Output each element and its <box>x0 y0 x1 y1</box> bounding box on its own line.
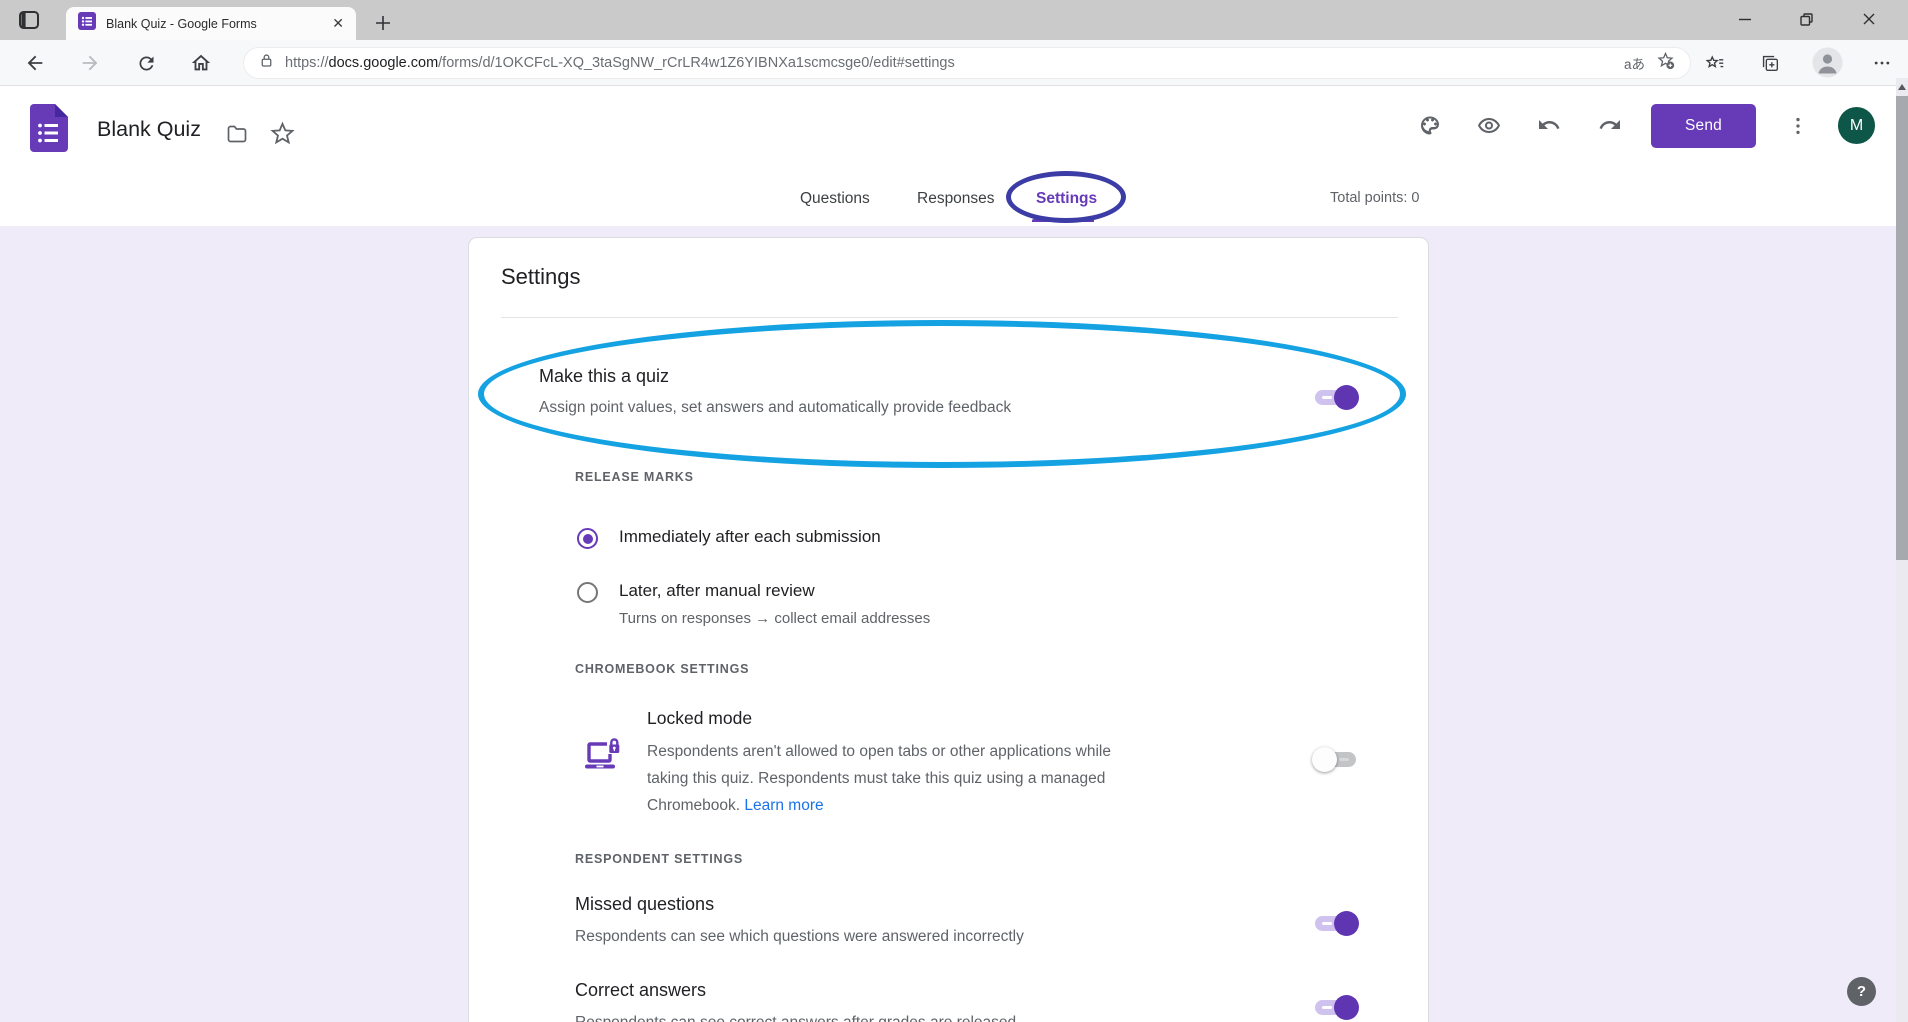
window-minimize-button[interactable] <box>1722 0 1768 38</box>
locked-mode-description: Respondents aren't allowed to open tabs … <box>647 738 1111 819</box>
settings-card: Settings Make this a quiz Assign point v… <box>468 237 1429 1022</box>
radio-later-label[interactable]: Later, after manual review <box>619 581 815 601</box>
correct-answers-title: Correct answers <box>575 980 706 1001</box>
missed-questions-toggle[interactable] <box>1312 910 1359 937</box>
forms-logo-icon[interactable] <box>30 104 68 157</box>
home-icon[interactable] <box>189 51 213 75</box>
form-title[interactable]: Blank Quiz <box>97 117 201 142</box>
add-favorite-icon[interactable] <box>1655 50 1676 76</box>
refresh-icon[interactable] <box>134 51 158 75</box>
tab-responses[interactable]: Responses <box>917 190 995 208</box>
lock-icon <box>258 52 275 74</box>
forward-icon[interactable] <box>78 51 102 75</box>
scrollbar-thumb[interactable] <box>1896 96 1908 560</box>
undo-icon[interactable] <box>1537 113 1561 137</box>
more-options-icon[interactable] <box>1786 114 1810 138</box>
favorites-icon[interactable] <box>1703 51 1727 75</box>
locked-mode-toggle[interactable] <box>1312 746 1359 773</box>
window-restore-button[interactable] <box>1783 0 1829 38</box>
account-avatar[interactable]: M <box>1838 107 1875 144</box>
theme-palette-icon[interactable] <box>1418 113 1442 137</box>
learn-more-link[interactable]: Learn more <box>744 797 823 814</box>
missed-questions-subtitle: Respondents can see which questions were… <box>575 928 1024 946</box>
browser-menu-icon[interactable] <box>1870 51 1894 75</box>
move-folder-icon[interactable] <box>225 122 249 151</box>
browser-profile-avatar[interactable] <box>1812 47 1843 83</box>
preview-eye-icon[interactable] <box>1477 113 1501 137</box>
address-bar[interactable]: https://docs.google.com/forms/d/1OKCFcL-… <box>243 47 1691 79</box>
make-quiz-title: Make this a quiz <box>539 366 669 387</box>
forms-favicon <box>78 12 96 35</box>
star-icon[interactable] <box>269 120 296 152</box>
missed-questions-title: Missed questions <box>575 894 714 915</box>
radio-immediately-label[interactable]: Immediately after each submission <box>619 527 881 547</box>
correct-answers-subtitle: Respondents can see correct answers afte… <box>575 1014 1016 1022</box>
radio-later[interactable] <box>577 582 598 603</box>
chromebook-settings-header: CHROMEBOOK SETTINGS <box>575 662 749 676</box>
browser-titlebar: Blank Quiz - Google Forms ✕ <box>0 0 1908 40</box>
selected-tab-indicator <box>1032 219 1094 222</box>
correct-answers-toggle[interactable] <box>1312 994 1359 1021</box>
send-button[interactable]: Send <box>1651 104 1756 148</box>
redo-icon[interactable] <box>1598 113 1622 137</box>
total-points-label: Total points: 0 <box>1330 190 1419 206</box>
make-quiz-toggle[interactable] <box>1312 384 1359 411</box>
scrollbar-up-arrow[interactable] <box>1896 80 1908 94</box>
tab-settings[interactable]: Settings <box>1036 190 1097 208</box>
back-icon[interactable] <box>23 51 47 75</box>
browser-tab[interactable]: Blank Quiz - Google Forms ✕ <box>66 7 356 40</box>
url-text[interactable]: https://docs.google.com/forms/d/1OKCFcL-… <box>285 55 1614 71</box>
window-close-button[interactable] <box>1846 0 1892 38</box>
radio-immediately[interactable] <box>577 528 598 549</box>
tab-title: Blank Quiz - Google Forms <box>106 17 322 31</box>
collections-icon[interactable] <box>1758 51 1782 75</box>
tab-layout-icon[interactable] <box>18 9 40 36</box>
settings-heading: Settings <box>501 264 581 290</box>
release-marks-header: RELEASE MARKS <box>575 470 694 484</box>
radio-later-subtitle: Turns on responses → collect email addre… <box>619 610 930 627</box>
tab-questions[interactable]: Questions <box>800 190 870 208</box>
tab-close-icon[interactable]: ✕ <box>332 15 344 32</box>
locked-mode-title: Locked mode <box>647 708 752 729</box>
help-button[interactable]: ? <box>1847 977 1876 1006</box>
new-tab-button[interactable] <box>368 8 398 38</box>
translate-icon[interactable]: aあ <box>1624 53 1645 73</box>
make-quiz-subtitle: Assign point values, set answers and aut… <box>539 399 1011 417</box>
divider <box>501 317 1398 318</box>
respondent-settings-header: RESPONDENT SETTINGS <box>575 852 743 866</box>
locked-mode-laptop-icon <box>581 733 627 784</box>
